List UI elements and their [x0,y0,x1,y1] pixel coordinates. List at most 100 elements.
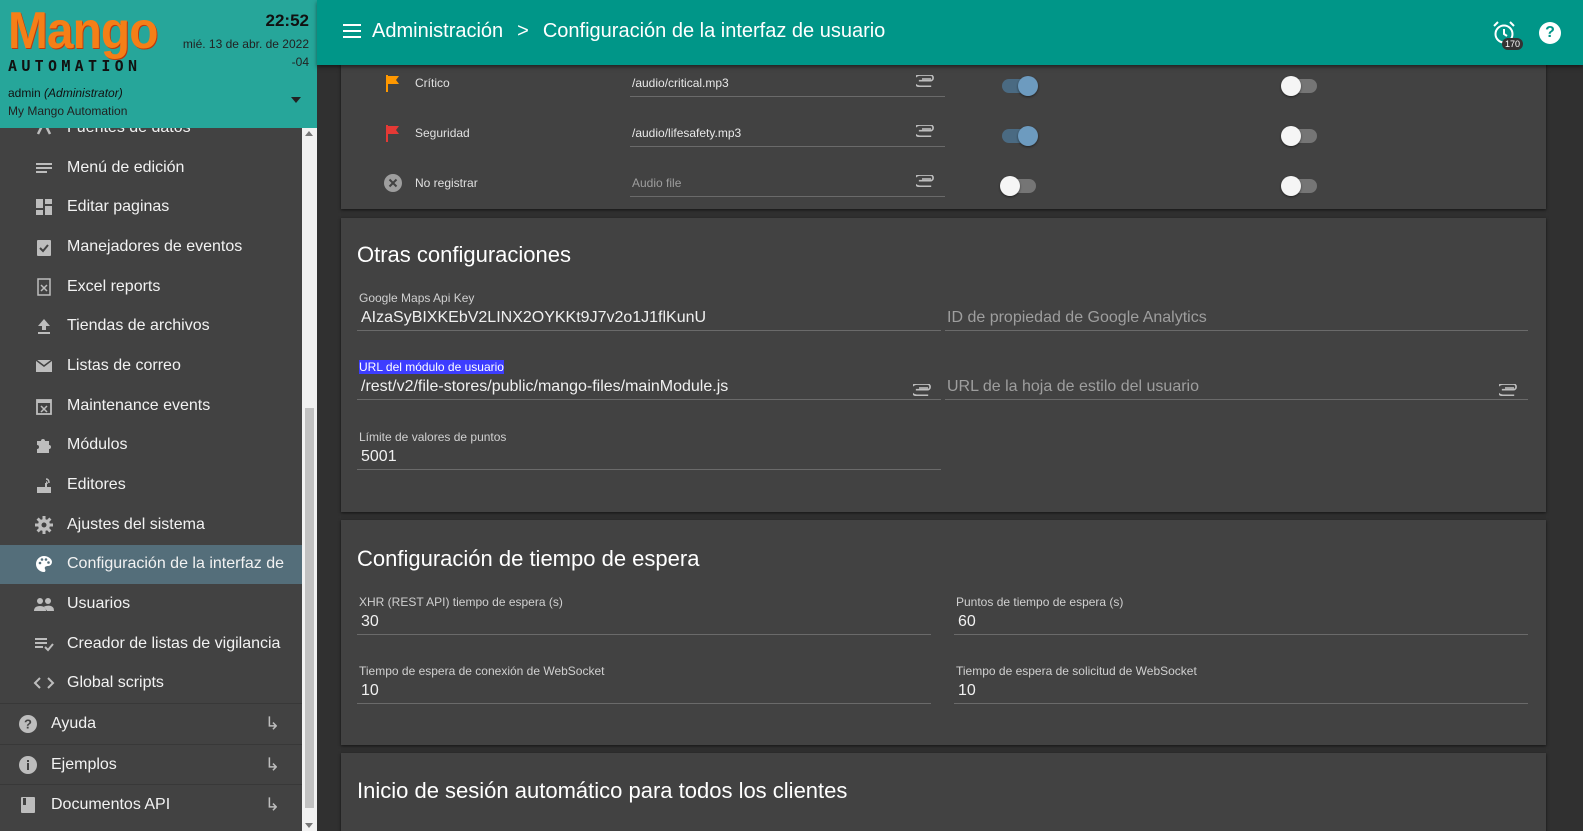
user-menu-dropdown-icon[interactable] [291,97,301,103]
dashboard-icon [33,196,55,218]
upload-icon [33,315,55,337]
point-value-limit-field[interactable]: Límite de valores de puntos 5001 [357,430,941,470]
top-bar: Administración > Configuración de la int… [317,0,1583,65]
menu-icon[interactable] [343,24,361,38]
flag-red-icon [386,125,399,142]
attach-file-icon[interactable] [916,175,936,187]
section-title: Configuración de tiempo de espera [357,546,700,571]
sidebar-scrollbar[interactable] [302,128,317,831]
flag-orange-icon [386,75,399,92]
autologin-card: Inicio de sesión automático para todos l… [341,753,1546,831]
sidebar-item-listas-correo[interactable]: Listas de correo [0,346,302,386]
sidebar-item-ajustes-sistema[interactable]: Ajustes del sistema [0,505,302,545]
sidebar-item-tiendas-archivos[interactable]: Tiendas de archivos [0,306,302,346]
sidebar-item-label: Editores [67,476,126,494]
scroll-down-icon[interactable] [305,823,313,828]
google-maps-api-key-field[interactable]: Google Maps Api Key AIzaSyBIXKEbV2LINX2O… [357,291,941,331]
attach-file-icon[interactable] [1499,384,1519,396]
subdirectory-arrow-icon: ↳ [264,713,280,734]
page-title: Configuración de la interfaz de usuario [542,20,886,42]
cancel-circle-icon [384,174,402,192]
alarm-sounds-card: Crítico /audio/critical.mp3 Seguridad /a… [341,65,1546,209]
sidebar-item-maintenance-events[interactable]: Maintenance events [0,386,302,426]
field-label: Puntos de tiempo de espera (s) [956,595,1124,609]
sidebar-item-label: Listas de correo [67,356,181,374]
timezone-offset: -04 [291,55,309,69]
field-value: 30 [361,613,379,630]
mute-toggle[interactable] [1281,126,1317,146]
field-label: XHR (REST API) tiempo de espera (s) [359,595,563,609]
breadcrumb-administracion[interactable]: Administración [372,20,503,43]
sidebar-item-manejadores-eventos[interactable]: Manejadores de eventos [0,227,302,267]
attach-file-icon[interactable] [916,75,936,87]
help-icon[interactable]: ? [1539,22,1561,44]
logo-automation: AUTOMATION [8,57,142,75]
sidebar-item-label: Manejadores de eventos [67,237,243,255]
google-analytics-id-field[interactable]: ID de propiedad de Google Analytics [945,291,1528,331]
brand-header: Mango AUTOMATION 22:52 mié. 13 de abr. d… [0,0,317,128]
user-stylesheet-url-field[interactable]: URL de la hoja de estilo del usuario [945,360,1528,400]
sidebar-item-modulos[interactable]: Módulos [0,426,302,466]
logo-mango[interactable]: Mango [8,4,158,58]
mute-toggle[interactable] [1281,76,1317,96]
audio-toggle[interactable] [1000,176,1036,196]
alarm-count-badge: 170 [1502,38,1524,50]
sidebar-item-creador-listas[interactable]: Creador de listas de vigilancia [0,624,302,664]
alarm-level-name: Crítico [415,76,450,90]
clock-time: 22:52 [265,11,309,30]
scrollbar-thumb[interactable] [305,408,314,808]
sidebar-item-configuracion-interfaz[interactable]: Configuración de la interfaz de [0,544,302,585]
sidebar-item-global-scripts[interactable]: Global scripts [0,664,302,704]
websocket-request-timeout-field[interactable]: Tiempo de espera de solicitud de WebSock… [954,664,1528,704]
user-role: (Administrator) [44,86,123,100]
subdirectory-arrow-icon: ↳ [264,754,280,775]
scroll-up-icon[interactable] [305,131,313,136]
alarm-row-seguridad: Seguridad /audio/lifesafety.mp3 [341,115,1546,155]
sidebar-item-menu-edicion[interactable]: Menú de edición [0,148,302,188]
main-content: Crítico /audio/critical.mp3 Seguridad /a… [317,65,1583,831]
audio-file-input[interactable]: /audio/lifesafety.mp3 [630,115,945,147]
audio-toggle[interactable] [1002,126,1038,146]
sidebar-item-editores[interactable]: Editores [0,465,302,505]
points-timeout-field[interactable]: Puntos de tiempo de espera (s) 60 [954,595,1528,635]
sidebar-item-label: Documentos API [51,796,171,814]
audio-toggle[interactable] [1002,76,1038,96]
field-placeholder: URL de la hoja de estilo del usuario [947,378,1200,395]
sidebar-item-label: Usuarios [67,595,131,613]
sidebar-item-label: Fuentes de datos [67,128,191,137]
nav-menu: Fuentes de datos Menú de edición Editar … [0,128,302,831]
attach-file-icon[interactable] [916,125,936,137]
alarm-clock-button[interactable]: 170 [1491,20,1524,50]
user-module-url-field[interactable]: URL del módulo de usuario /rest/v2/file-… [357,360,941,400]
audio-file-value: /audio/lifesafety.mp3 [632,126,742,140]
sidebar-item-label: Configuración de la interfaz de [67,555,285,573]
chevron-right-icon: > [517,20,529,42]
field-label: URL del módulo de usuario [359,360,504,374]
audio-file-input[interactable]: Audio file [630,165,945,197]
username: admin [8,86,41,100]
audio-file-value: /audio/critical.mp3 [632,76,729,90]
sidebar-item-label: Excel reports [67,277,161,295]
field-value: 60 [958,613,976,630]
field-value: 5001 [361,448,397,465]
field-placeholder: ID de propiedad de Google Analytics [947,309,1207,326]
sidebar-item-ejemplos[interactable]: Ejemplos ↳ [0,743,302,785]
sidebar-item-excel-reports[interactable]: Excel reports [0,267,302,307]
user-info: admin (Administrator) [8,86,123,100]
attach-file-icon[interactable] [913,384,933,396]
sidebar-item-label: Ejemplos [51,755,117,773]
sidebar-item-fuentes-de-datos[interactable]: Fuentes de datos [0,128,302,148]
sidebar-item-documentos-api[interactable]: Documentos API ↳ [0,784,302,825]
xhr-timeout-field[interactable]: XHR (REST API) tiempo de espera (s) 30 [357,595,931,635]
mute-toggle[interactable] [1281,176,1317,196]
websocket-connect-timeout-field[interactable]: Tiempo de espera de conexión de WebSocke… [357,664,931,704]
sidebar-item-ayuda[interactable]: ? Ayuda ↳ [0,703,302,744]
excel-icon [33,276,55,298]
audio-file-input[interactable]: /audio/critical.mp3 [630,65,945,97]
router-icon [33,474,55,496]
field-label: Tiempo de espera de conexión de WebSocke… [359,664,605,678]
sidebar-item-editar-paginas[interactable]: Editar paginas [0,187,302,227]
section-title: Otras configuraciones [357,242,571,267]
alarm-row-critico: Crítico /audio/critical.mp3 [341,65,1546,105]
sidebar-item-usuarios[interactable]: Usuarios [0,584,302,624]
